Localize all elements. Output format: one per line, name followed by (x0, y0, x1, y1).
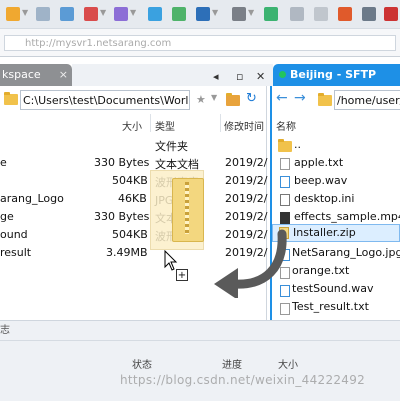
file-name: .. (294, 138, 301, 151)
file-size: 330 Bytes (94, 156, 150, 169)
font-icon[interactable] (314, 7, 328, 21)
delete-icon[interactable] (84, 7, 98, 21)
refresh-icon[interactable] (148, 7, 162, 21)
audio-file-icon (280, 176, 290, 188)
file-name: testSound.wav (292, 282, 374, 295)
file-name: beep.wav (294, 174, 348, 187)
local-path-input[interactable]: C:\Users\test\Documents\Worl (20, 90, 190, 110)
home-folder-icon[interactable] (226, 93, 240, 106)
chevron-down-icon[interactable]: ▼ (22, 8, 28, 17)
video-file-icon (280, 212, 290, 224)
file-modified: 2019/2/ (225, 174, 268, 187)
file-name: desktop.ini (294, 192, 355, 205)
file-name: orange.txt (292, 264, 350, 277)
chevron-down-icon[interactable]: ▼ (130, 8, 136, 17)
address-input[interactable]: http://mysvr1.netsarang.com (4, 35, 396, 51)
file-modified: 2019/2/ (225, 210, 268, 223)
xshell-icon[interactable] (338, 7, 352, 21)
drag-arrow-icon (214, 229, 287, 298)
column-header-size[interactable]: 大小 (122, 118, 142, 133)
column-header-name[interactable]: 名称 (276, 118, 296, 133)
close-icon[interactable]: ✕ (256, 70, 265, 83)
transfer-panel (0, 320, 400, 401)
bookmark-star-icon[interactable]: ★ (196, 93, 206, 106)
folder-icon (318, 93, 332, 106)
remote-path-input[interactable]: /home/user/ (334, 90, 400, 110)
divider (0, 340, 400, 341)
file-size: 330 Bytes (94, 210, 150, 223)
file-name: NetSarang_Logo.jpg (292, 246, 400, 259)
open-folder-icon[interactable] (6, 7, 20, 21)
chevron-down-icon[interactable]: ▼ (211, 93, 217, 102)
column-header-type[interactable]: 类型 (155, 118, 175, 133)
file-type: 文件夹 (155, 140, 188, 153)
list-view-icon[interactable] (290, 7, 304, 21)
chevron-down-icon[interactable]: ▼ (100, 8, 106, 17)
file-name: Test_result.txt (292, 300, 369, 313)
chevron-down-icon[interactable]: ▼ (212, 8, 218, 17)
upload-icon[interactable] (172, 7, 186, 21)
file-name: e (0, 156, 7, 169)
forward-arrow-icon[interactable]: → (294, 90, 306, 106)
file-name: arang_Logo (0, 192, 64, 205)
file-size: 504KB (112, 228, 148, 241)
file-name: result (0, 246, 32, 259)
folder-icon (278, 139, 292, 152)
zipper-icon (185, 182, 189, 234)
sync-icon[interactable] (196, 7, 210, 21)
restore-icon[interactable]: ▫ (236, 70, 243, 83)
list-item-selected[interactable]: Installer.zip (272, 224, 400, 242)
view-icon[interactable] (232, 7, 246, 21)
text-file-icon (280, 303, 290, 315)
tab-beijing-sftp[interactable]: Beijing - SFTP (273, 64, 400, 86)
column-header-status[interactable]: 状态 (132, 356, 152, 371)
compare-icon[interactable] (264, 7, 278, 21)
column-header-progress[interactable]: 进度 (222, 356, 242, 371)
new-session-icon[interactable] (36, 7, 50, 21)
settings-file-icon (280, 194, 290, 206)
file-name: ge (0, 210, 14, 223)
column-header-modified[interactable]: 修改时间 (224, 118, 264, 133)
tab-log[interactable]: 志 (0, 322, 60, 340)
file-modified: 2019/2/ (225, 156, 268, 169)
file-name: ound (0, 228, 28, 241)
properties-icon[interactable] (60, 7, 74, 21)
transfer-icon[interactable] (114, 7, 128, 21)
copy-plus-icon: + (176, 269, 188, 281)
file-name: effects_sample.mp4 (294, 210, 400, 223)
tab-list-icon[interactable]: ◂ (213, 70, 219, 83)
file-name: apple.txt (294, 156, 344, 169)
address-bar: http://mysvr1.netsarang.com (0, 29, 400, 57)
file-size: 3.49MB (106, 246, 148, 259)
column-header-transfer-size[interactable]: 大小 (278, 356, 298, 371)
column-divider (150, 114, 151, 132)
text-file-icon (280, 158, 290, 170)
tab-beijing-label: Beijing - SFTP (290, 68, 377, 81)
tab-workspace[interactable]: kspace × (0, 64, 72, 86)
tab-workspace-label: kspace (2, 68, 41, 81)
toolbar-row: ▼ ▼ ▼ ▼ ▼ (0, 0, 400, 29)
close-icon[interactable]: × (59, 64, 68, 86)
file-name: Installer.zip (293, 226, 356, 239)
back-arrow-icon[interactable]: ← (276, 90, 288, 106)
close-app-icon[interactable] (384, 7, 398, 21)
file-modified: 2019/2/ (225, 192, 268, 205)
help-icon[interactable] (362, 7, 376, 21)
file-size: 46KB (118, 192, 147, 205)
chevron-down-icon[interactable]: ▼ (248, 8, 254, 17)
file-size: 504KB (112, 174, 148, 187)
watermark: https://blog.csdn.net/weixin_44222492 (120, 373, 366, 387)
connected-status-icon (279, 71, 286, 78)
column-divider (220, 114, 221, 132)
refresh-icon[interactable]: ↻ (246, 91, 257, 106)
folder-icon (4, 92, 18, 105)
